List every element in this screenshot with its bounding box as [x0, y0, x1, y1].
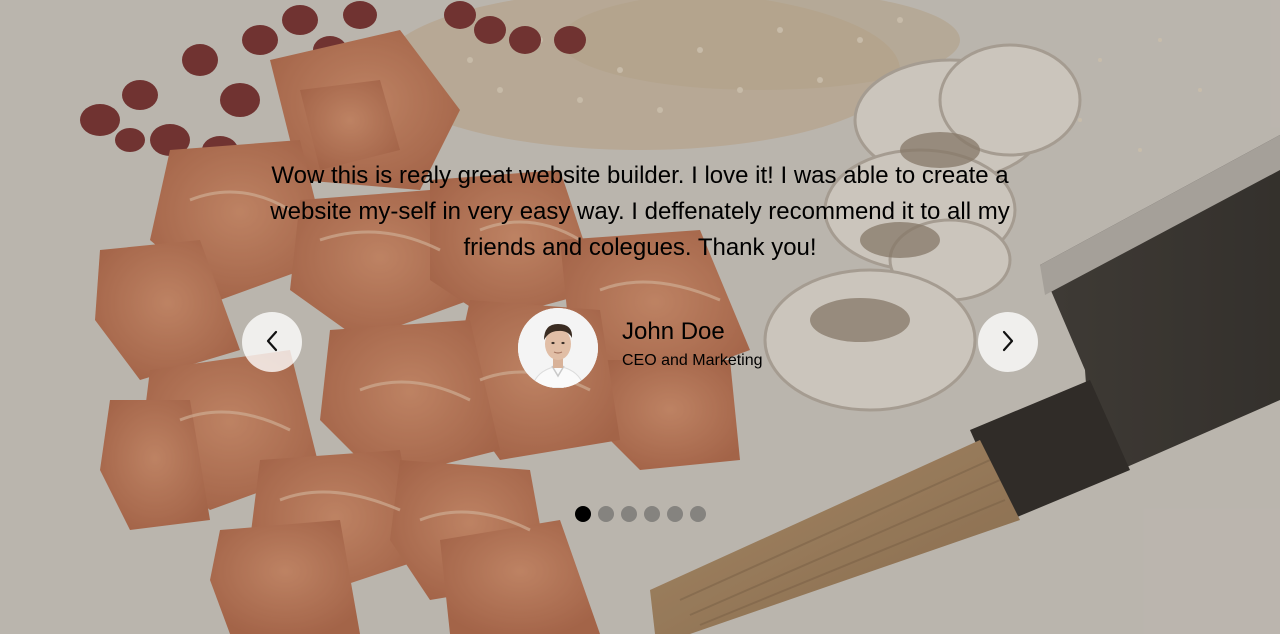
testimonial-author: John Doe CEO and Marketing [518, 308, 763, 388]
chevron-left-icon [265, 330, 279, 355]
next-slide-button[interactable] [978, 312, 1038, 372]
pagination-dot[interactable] [690, 506, 706, 522]
pagination-dot[interactable] [598, 506, 614, 522]
pagination-dot[interactable] [644, 506, 660, 522]
pagination-dot[interactable] [621, 506, 637, 522]
pagination-dot[interactable] [575, 506, 591, 522]
author-name: John Doe [622, 318, 725, 345]
author-text: John Doe CEO and Marketing [622, 318, 763, 372]
testimonial-quote: Wow this is realy great website builder.… [270, 162, 1010, 261]
author-role: CEO and Marketing [622, 352, 763, 369]
prev-slide-button[interactable] [242, 312, 302, 372]
slide-pagination [575, 506, 706, 522]
author-avatar [518, 308, 598, 388]
testimonial-slider: Wow this is realy great website builder.… [0, 0, 1280, 634]
chevron-right-icon [1001, 330, 1015, 355]
pagination-dot[interactable] [667, 506, 683, 522]
